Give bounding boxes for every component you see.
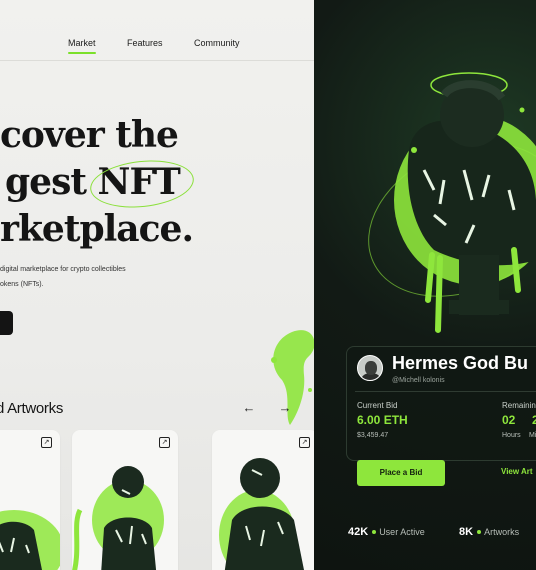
hero-subtext-line-1: digital marketplace for crypto collectib… xyxy=(0,266,126,273)
current-bid-label: Current Bid xyxy=(357,401,398,410)
stat-user-active: 42K User Active xyxy=(348,522,425,540)
hero-highlight-word: NFT xyxy=(87,155,196,213)
hours-label: Hours xyxy=(502,432,521,439)
nft-detail-panel: Hermes God Bu @Michell kolonis Current B… xyxy=(314,0,536,570)
dot-icon xyxy=(372,530,377,534)
hermes-statue-image xyxy=(368,72,536,333)
avatar xyxy=(357,355,383,381)
dot-icon xyxy=(477,530,482,534)
hero-line-1: cover the xyxy=(0,114,179,156)
current-bid-value: 6.00 ETH xyxy=(357,413,408,427)
external-link-icon[interactable]: ↗ xyxy=(41,437,52,448)
stat-value: 42K xyxy=(348,526,369,538)
artwork-card[interactable]: ↗ xyxy=(72,430,178,570)
stat-value: 8K xyxy=(459,526,474,538)
bid-info-card: Hermes God Bu @Michell kolonis Current B… xyxy=(346,346,536,461)
card-divider xyxy=(355,391,536,392)
stat-label: User Active xyxy=(379,527,425,537)
top-nav: Market Features Community xyxy=(0,38,314,54)
hero-line-2-prefix: gest xyxy=(5,161,87,203)
creator-handle[interactable]: @Michell kolonis xyxy=(392,377,445,384)
view-art-link[interactable]: View Art xyxy=(501,467,533,476)
hero-subtext-line-2: okens (NFTs). xyxy=(0,281,44,288)
statue-image xyxy=(72,466,164,570)
statue-image xyxy=(0,510,60,570)
timer-minutes: 2 xyxy=(532,413,536,427)
arrow-right-icon[interactable]: → xyxy=(276,399,294,417)
hero-line-2: gest NFT xyxy=(0,155,196,213)
green-splash-decoration xyxy=(262,320,314,435)
landing-panel: Market Features Community cover the gest… xyxy=(0,0,314,570)
arrow-left-icon[interactable]: ← xyxy=(240,399,258,417)
timer-hours: 02 xyxy=(502,413,516,427)
nft-title: Hermes God Bu xyxy=(392,353,529,373)
statue-image xyxy=(219,458,304,570)
place-bid-button[interactable]: Place a Bid xyxy=(357,460,445,486)
nav-item-features[interactable]: Features xyxy=(127,38,163,48)
artwork-card[interactable]: ↗ xyxy=(0,430,60,570)
minutes-label: Mi xyxy=(529,432,536,439)
nav-divider xyxy=(0,60,314,61)
hero-cta-button[interactable] xyxy=(0,311,13,335)
external-link-icon[interactable]: ↗ xyxy=(159,437,170,448)
stat-artworks: 8K Artworks xyxy=(459,522,519,540)
stat-label: Artworks xyxy=(484,527,520,537)
external-link-icon[interactable]: ↗ xyxy=(299,437,310,448)
hero-line-3: rketplace. xyxy=(0,208,194,250)
featured-section-title: d Artworks xyxy=(0,400,64,417)
hero-subtext: digital marketplace for crypto collectib… xyxy=(0,262,200,292)
hero-headline: cover the gest NFT rketplace. xyxy=(0,112,196,253)
nav-item-market[interactable]: Market xyxy=(68,38,96,54)
nav-item-community[interactable]: Community xyxy=(194,38,240,48)
current-bid-usd: $3,459.47 xyxy=(357,432,389,439)
artwork-card[interactable]: ↗ xyxy=(212,430,314,570)
remaining-label: Remainin xyxy=(502,401,536,410)
